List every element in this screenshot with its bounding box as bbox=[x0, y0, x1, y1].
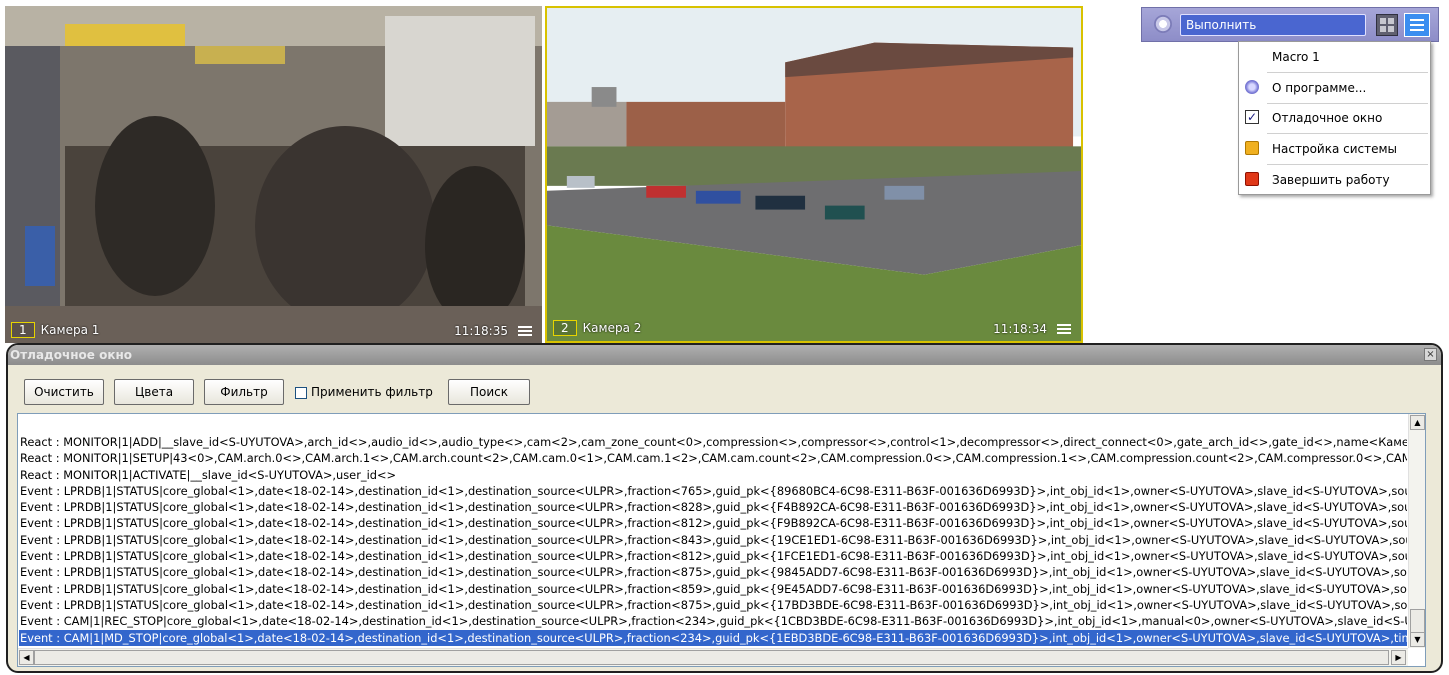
scroll-thumb[interactable] bbox=[34, 650, 1389, 665]
control-panel: Выполнить bbox=[1141, 7, 1439, 42]
settings-icon bbox=[1245, 141, 1259, 155]
main-menu-dropdown: Macro 1 О программе... ✓ Отладочное окно… bbox=[1238, 41, 1431, 195]
close-icon[interactable]: × bbox=[1424, 348, 1437, 361]
camera-number: 1 bbox=[11, 322, 35, 338]
menu-item-debug-window[interactable]: ✓ Отладочное окно bbox=[1239, 105, 1430, 131]
log-line[interactable]: Event : LPRDB|1|STATUS|core_global<1>,da… bbox=[19, 483, 1407, 499]
log-line[interactable]: Event : CAM|1|MD_STOP|core_global<1>,dat… bbox=[19, 629, 1407, 646]
scroll-right-icon[interactable]: ▶ bbox=[1391, 650, 1406, 665]
camera-view-2[interactable]: 2 Камера 2 11:18:34 bbox=[545, 6, 1083, 343]
run-command-field[interactable]: Выполнить bbox=[1180, 14, 1366, 36]
camera-number: 2 bbox=[553, 320, 577, 336]
colors-button[interactable]: Цвета bbox=[114, 379, 194, 405]
scroll-thumb[interactable] bbox=[1410, 609, 1425, 633]
menu-item-label: Отладочное окно bbox=[1272, 111, 1383, 125]
apply-filter-label: Применить фильтр bbox=[311, 385, 433, 399]
log-line[interactable]: Event : LPRDB|1|STATUS|core_global<1>,da… bbox=[19, 515, 1407, 531]
exit-icon bbox=[1245, 172, 1259, 186]
debug-log[interactable]: React : MONITOR|1|ADD|__slave_id<S-UYUTO… bbox=[17, 413, 1426, 667]
log-lines: React : MONITOR|1|ADD|__slave_id<S-UYUTO… bbox=[19, 434, 1407, 646]
log-line[interactable]: React : MONITOR|1|ADD|__slave_id<S-UYUTO… bbox=[19, 434, 1407, 450]
menu-item-macro-1[interactable]: Macro 1 bbox=[1239, 44, 1430, 70]
search-button[interactable]: Поиск bbox=[448, 379, 530, 405]
menu-item-label: О программе... bbox=[1272, 81, 1367, 95]
menu-separator bbox=[1267, 103, 1428, 104]
checkbox-unchecked-icon[interactable] bbox=[295, 386, 307, 399]
clear-button[interactable]: Очистить bbox=[24, 379, 104, 405]
log-line[interactable]: Event : LPRDB|1|STATUS|core_global<1>,da… bbox=[19, 597, 1407, 613]
camera-2-video-frame bbox=[547, 8, 1081, 341]
vertical-scrollbar[interactable]: ▲ ▼ bbox=[1408, 414, 1425, 648]
apply-filter-checkbox[interactable]: Применить фильтр bbox=[295, 385, 433, 401]
checkbox-checked-icon: ✓ bbox=[1245, 110, 1259, 124]
menu-separator bbox=[1267, 133, 1428, 134]
about-icon bbox=[1245, 80, 1259, 94]
menu-item-system-settings[interactable]: Настройка системы bbox=[1239, 136, 1430, 162]
camera-name: Камера 2 bbox=[582, 321, 642, 335]
camera-1-video-frame bbox=[5, 6, 542, 343]
menu-item-label: Настройка системы bbox=[1272, 142, 1398, 156]
debug-window-title: Отладочное окно bbox=[8, 345, 1441, 365]
camera-menu-icon[interactable] bbox=[518, 326, 532, 337]
log-line[interactable]: Event : LPRDB|1|STATUS|core_global<1>,da… bbox=[19, 532, 1407, 548]
log-line[interactable]: Event : LPRDB|1|STATUS|core_global<1>,da… bbox=[19, 564, 1407, 580]
horizontal-scrollbar[interactable]: ◀ ▶ bbox=[18, 648, 1408, 666]
layout-grid-button[interactable] bbox=[1376, 14, 1398, 36]
log-line[interactable]: Event : CAM|1|REC_STOP|core_global<1>,da… bbox=[19, 613, 1407, 629]
scroll-left-icon[interactable]: ◀ bbox=[19, 650, 34, 665]
menu-separator bbox=[1267, 72, 1428, 73]
scroll-up-icon[interactable]: ▲ bbox=[1410, 415, 1425, 430]
camera-view-1[interactable]: 1 Камера 1 11:18:35 bbox=[5, 6, 542, 343]
camera-time: 11:18:34 bbox=[993, 322, 1047, 336]
camera-name: Камера 1 bbox=[40, 323, 100, 337]
main-menu-button[interactable] bbox=[1404, 13, 1430, 37]
log-line[interactable]: React : MONITOR|1|ACTIVATE|__slave_id<S-… bbox=[19, 467, 1407, 483]
menu-item-label: Macro 1 bbox=[1272, 50, 1320, 64]
menu-item-exit[interactable]: Завершить работу bbox=[1239, 167, 1430, 193]
system-gear-icon[interactable] bbox=[1154, 15, 1172, 33]
log-line[interactable]: Event : LPRDB|1|STATUS|core_global<1>,da… bbox=[19, 581, 1407, 597]
log-line[interactable]: React : MONITOR|1|SETUP|43<0>,CAM.arch.0… bbox=[19, 450, 1407, 466]
camera-menu-icon[interactable] bbox=[1057, 324, 1071, 335]
camera-time: 11:18:35 bbox=[454, 324, 508, 338]
menu-item-about[interactable]: О программе... bbox=[1239, 75, 1430, 101]
debug-window: Отладочное окно × Очистить Цвета Фильтр … bbox=[6, 343, 1443, 673]
menu-separator bbox=[1267, 164, 1428, 165]
menu-item-label: Завершить работу bbox=[1272, 173, 1390, 187]
log-line[interactable]: Event : LPRDB|1|STATUS|core_global<1>,da… bbox=[19, 548, 1407, 564]
log-line[interactable]: Event : LPRDB|1|STATUS|core_global<1>,da… bbox=[19, 499, 1407, 515]
filter-button[interactable]: Фильтр bbox=[204, 379, 284, 405]
scroll-down-icon[interactable]: ▼ bbox=[1410, 632, 1425, 647]
